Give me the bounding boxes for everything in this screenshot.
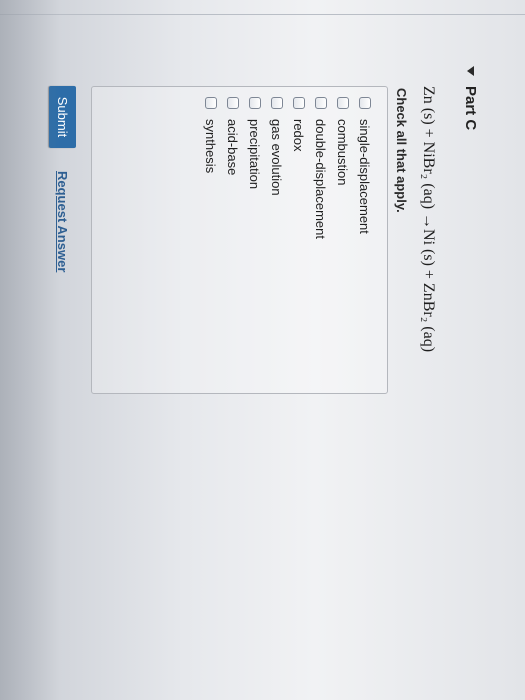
part-title: Part C [462, 86, 479, 131]
options-list: single-displacement combustion double-di… [91, 86, 388, 394]
collapse-caret-icon[interactable] [467, 66, 474, 76]
option-label: acid-base [225, 119, 241, 176]
option-redox[interactable]: redox [289, 97, 309, 152]
instruction-text: Check all that apply. [394, 88, 409, 213]
question-panel: Part C Zn (s) + NiBr₂ (aq) →Ni (s) + ZnB… [0, 0, 525, 700]
checkbox[interactable] [337, 97, 349, 109]
checkbox[interactable] [293, 97, 305, 109]
checkbox[interactable] [315, 97, 327, 109]
option-acid-base[interactable]: acid-base [223, 97, 243, 175]
option-single-displacement[interactable]: single-displacement [355, 97, 375, 234]
option-synthesis[interactable]: synthesis [201, 97, 221, 173]
option-label: double-displacement [313, 119, 329, 239]
option-combustion[interactable]: combustion [333, 97, 353, 185]
checkbox[interactable] [359, 97, 371, 109]
option-label: precipitation [247, 119, 263, 190]
option-label: redox [291, 119, 307, 152]
option-label: single-displacement [357, 119, 373, 234]
option-double-displacement[interactable]: double-displacement [311, 97, 331, 239]
option-gas-evolution[interactable]: gas evolution [267, 97, 287, 196]
checkbox[interactable] [271, 97, 283, 109]
screen-photo: Part C Zn (s) + NiBr₂ (aq) →Ni (s) + ZnB… [0, 0, 525, 700]
checkbox[interactable] [227, 97, 239, 109]
submit-button[interactable]: Submit [49, 86, 76, 148]
option-precipitation[interactable]: precipitation [245, 97, 265, 189]
request-answer-link[interactable]: Request Answer [55, 171, 70, 272]
checkbox[interactable] [205, 97, 217, 109]
reaction-equation: Zn (s) + NiBr₂ (aq) →Ni (s) + ZnBr₂ (aq) [420, 86, 437, 353]
option-label: gas evolution [269, 119, 285, 196]
checkbox[interactable] [249, 97, 261, 109]
part-header[interactable]: Part C [462, 66, 479, 130]
option-label: synthesis [203, 119, 219, 174]
option-label: combustion [335, 119, 351, 186]
